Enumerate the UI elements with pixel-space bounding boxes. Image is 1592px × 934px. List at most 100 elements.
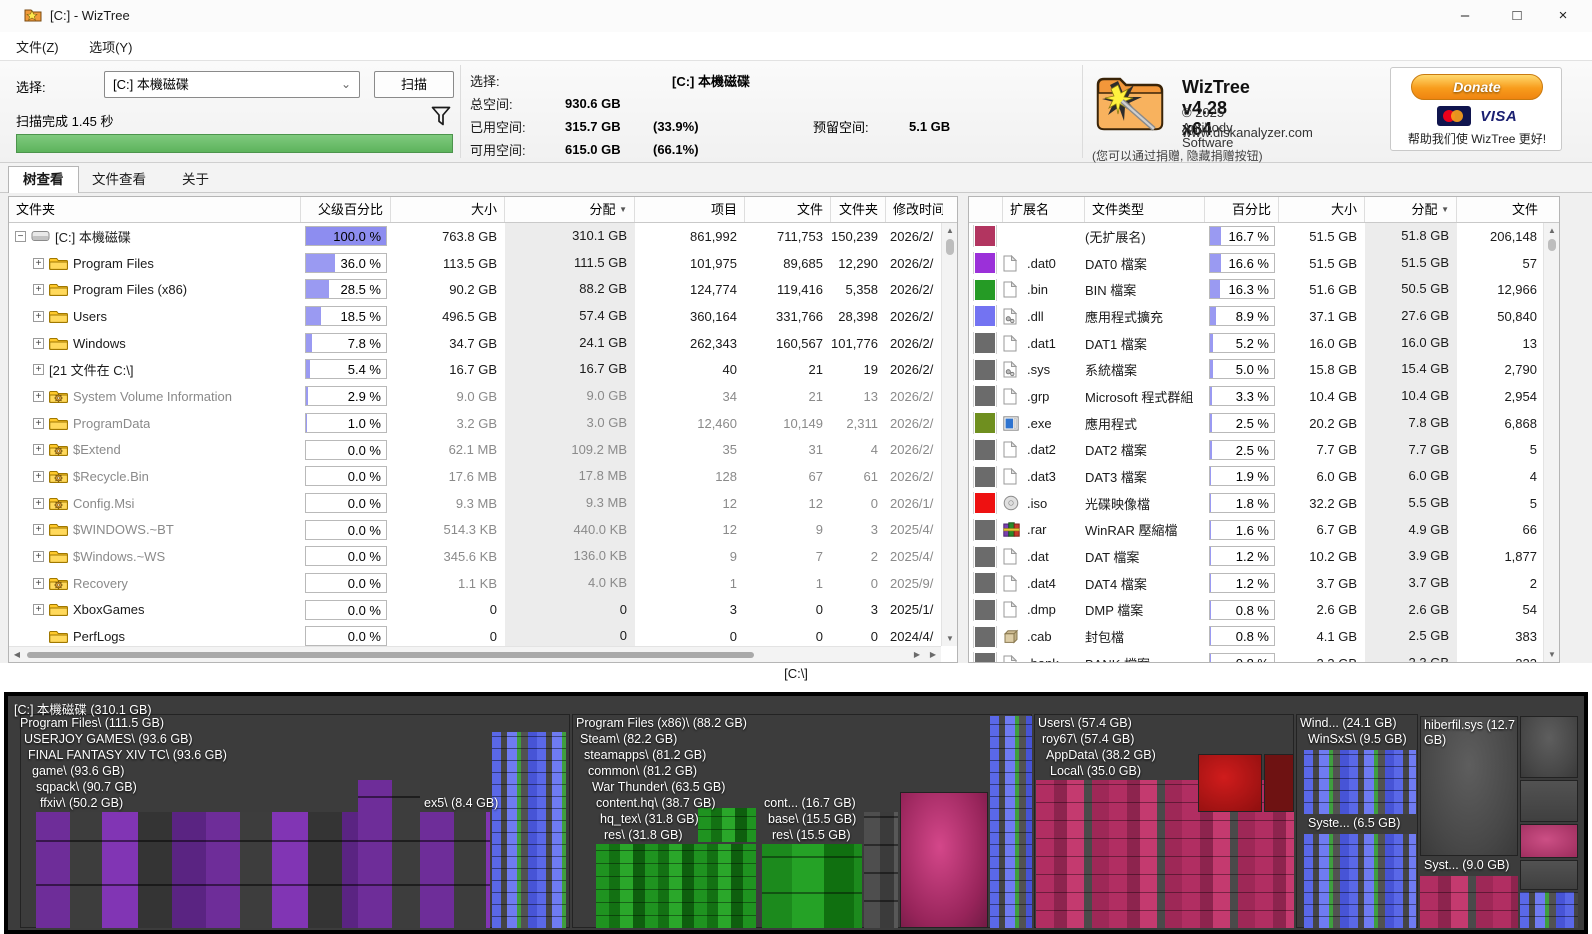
table-row[interactable]: +Windows7.8 %34.7 GB24.1 GB262,343160,56… bbox=[9, 330, 941, 357]
maximize-button[interactable]: □ bbox=[1494, 0, 1540, 32]
expand-toggle[interactable]: + bbox=[33, 498, 44, 509]
treemap-label-res1[interactable]: res\ (31.8 GB) bbox=[604, 828, 683, 842]
table-row[interactable]: −[C:] 本機磁碟100.0 %763.8 GB310.1 GB861,992… bbox=[9, 223, 941, 250]
folder-tree-vscrollbar[interactable]: ▲ ▼ bbox=[941, 223, 957, 646]
header-percent[interactable]: 百分比 bbox=[1205, 197, 1279, 222]
close-button[interactable]: × bbox=[1540, 0, 1586, 32]
treemap-label-users[interactable]: Users\ (57.4 GB) bbox=[1038, 716, 1132, 730]
treemap-label-userjoy[interactable]: USERJOY GAMES\ (93.6 GB) bbox=[24, 732, 193, 746]
table-row[interactable]: .grpMicrosoft 程式群組3.3 %10.4 GB10.4 GB2,9… bbox=[969, 383, 1543, 410]
collapse-toggle[interactable]: − bbox=[15, 231, 26, 242]
table-row[interactable]: PerfLogs0.0 %000002024/4/ bbox=[9, 623, 941, 646]
header-files[interactable]: 文件 bbox=[1457, 197, 1545, 222]
expand-toggle[interactable]: + bbox=[33, 604, 44, 615]
treemap-block-magenta[interactable] bbox=[900, 792, 988, 928]
table-row[interactable]: +$Extend0.0 %62.1 MB109.2 MB353142026/2/ bbox=[9, 437, 941, 464]
expand-toggle[interactable]: + bbox=[33, 311, 44, 322]
expand-toggle[interactable]: + bbox=[33, 578, 44, 589]
treemap-label-winsxs[interactable]: WinSxS\ (9.5 GB) bbox=[1308, 732, 1407, 746]
header-size[interactable]: 大小 bbox=[1279, 197, 1365, 222]
treemap-block-system32[interactable] bbox=[1304, 834, 1416, 928]
treemap-block-x86-misc[interactable] bbox=[990, 716, 1032, 928]
expand-toggle[interactable]: + bbox=[33, 391, 44, 402]
header-size[interactable]: 大小 bbox=[391, 197, 505, 222]
treemap-label-base[interactable]: base\ (15.5 GB) bbox=[768, 812, 856, 826]
treemap-block-program-files-misc[interactable] bbox=[492, 732, 566, 928]
treemap-label-program-files[interactable]: Program Files\ (111.5 GB) bbox=[20, 716, 164, 730]
scroll-right-icon[interactable]: ▶ bbox=[909, 647, 925, 663]
scroll-right-icon[interactable]: ▶ bbox=[925, 647, 941, 663]
treemap-label-syste[interactable]: Syste... (6.5 GB) bbox=[1308, 816, 1400, 830]
tab-about[interactable]: 关于 bbox=[168, 167, 223, 193]
table-row[interactable]: .bankBANK 檔案0.8 %2.3 GB2.3 GB223 bbox=[969, 650, 1543, 662]
scrollbar-thumb[interactable] bbox=[27, 652, 754, 658]
expand-toggle[interactable]: + bbox=[33, 284, 44, 295]
scrollbar-thumb[interactable] bbox=[946, 239, 954, 255]
scroll-up-icon[interactable]: ▲ bbox=[1544, 223, 1560, 238]
treemap-block-pink[interactable] bbox=[1520, 824, 1578, 858]
treemap-label-hqtex[interactable]: hq_tex\ (31.8 GB) bbox=[600, 812, 699, 826]
treemap-label-pfx86[interactable]: Program Files (x86)\ (88.2 GB) bbox=[576, 716, 747, 730]
menu-options[interactable]: 选项(Y) bbox=[79, 32, 142, 61]
treemap-label-local[interactable]: Local\ (35.0 GB) bbox=[1050, 764, 1141, 778]
treemap[interactable]: [C:] 本機磁碟 (310.1 GB) Program Files\ (111… bbox=[4, 692, 1588, 934]
treemap-block-hqtex-small[interactable] bbox=[698, 808, 756, 842]
extension-vscrollbar[interactable]: ▲ ▼ bbox=[1543, 223, 1559, 662]
table-row[interactable]: .dll應用程式擴充8.9 %37.1 GB27.6 GB50,840 bbox=[969, 303, 1543, 330]
treemap-label-game[interactable]: game\ (93.6 GB) bbox=[32, 764, 124, 778]
treemap-block-gray-b[interactable] bbox=[1520, 780, 1578, 822]
treemap-label-hiberfil[interactable]: hiberfil.sys (12.7 GB) bbox=[1424, 718, 1516, 748]
table-row[interactable]: +Recovery0.0 %1.1 KB4.0 KB1102025/9/ bbox=[9, 570, 941, 597]
header-filetype[interactable]: 文件类型 bbox=[1085, 197, 1205, 222]
expand-toggle[interactable]: + bbox=[33, 551, 44, 562]
scroll-down-icon[interactable]: ▼ bbox=[1544, 647, 1560, 662]
header-allocated[interactable]: 分配 ▼ bbox=[505, 197, 635, 222]
treemap-label-syst[interactable]: Syst... (9.0 GB) bbox=[1424, 858, 1509, 872]
treemap-label-ffxivtc[interactable]: FINAL FANTASY XIV TC\ (93.6 GB) bbox=[28, 748, 227, 762]
table-row[interactable]: .dat4DAT4 檔案1.2 %3.7 GB3.7 GB2 bbox=[969, 570, 1543, 597]
filter-icon[interactable] bbox=[430, 105, 452, 133]
table-row[interactable]: +ProgramData1.0 %3.2 GB3.0 GB12,46010,14… bbox=[9, 410, 941, 437]
table-row[interactable]: +Users18.5 %496.5 GB57.4 GB360,164331,76… bbox=[9, 303, 941, 330]
folder-tree-hscrollbar[interactable]: ◀ ▶ ▶ bbox=[9, 646, 941, 662]
treemap-block-ex5[interactable] bbox=[420, 812, 490, 928]
header-extension[interactable]: 扩展名 bbox=[1003, 197, 1085, 222]
table-row[interactable]: +[21 文件在 C:\]5.4 %16.7 GB16.7 GB40211920… bbox=[9, 356, 941, 383]
treemap-label-common[interactable]: common\ (81.2 GB) bbox=[588, 764, 697, 778]
treemap-label-contenthq[interactable]: content.hq\ (38.7 GB) bbox=[596, 796, 716, 810]
treemap-label-roy67[interactable]: roy67\ (57.4 GB) bbox=[1042, 732, 1134, 746]
table-row[interactable]: .binBIN 檔案16.3 %51.6 GB50.5 GB12,966 bbox=[969, 276, 1543, 303]
table-row[interactable]: .dat0DAT0 檔案16.6 %51.5 GB51.5 GB57 bbox=[969, 250, 1543, 277]
treemap-label-steamapps[interactable]: steamapps\ (81.2 GB) bbox=[584, 748, 706, 762]
tab-tree-view[interactable]: 树查看 bbox=[8, 166, 79, 194]
treemap-block-bottom-right[interactable] bbox=[1520, 892, 1578, 928]
expand-toggle[interactable]: + bbox=[33, 364, 44, 375]
drive-dropdown[interactable]: [C:] 本機磁碟 ⌄ bbox=[104, 71, 360, 98]
menu-file[interactable]: 文件(Z) bbox=[6, 32, 69, 61]
table-row[interactable]: (无扩展名)16.7 %51.5 GB51.8 GB206,148 bbox=[969, 223, 1543, 250]
treemap-block-ffxiv[interactable] bbox=[36, 812, 358, 928]
table-row[interactable]: +$Windows.~WS0.0 %345.6 KB136.0 KB972202… bbox=[9, 543, 941, 570]
treemap-label-res2[interactable]: res\ (15.5 GB) bbox=[772, 828, 851, 842]
table-row[interactable]: .rarWinRAR 壓縮檔1.6 %6.7 GB4.9 GB66 bbox=[969, 517, 1543, 544]
expand-toggle[interactable]: + bbox=[33, 418, 44, 429]
website-link[interactable]: www.diskanalyzer.com bbox=[1182, 125, 1313, 140]
table-row[interactable]: +$Recycle.Bin0.0 %17.6 MB17.8 MB12867612… bbox=[9, 463, 941, 490]
minimize-button[interactable]: – bbox=[1442, 0, 1488, 32]
header-items[interactable]: 项目 bbox=[635, 197, 745, 222]
treemap-block-syst[interactable] bbox=[1420, 876, 1518, 928]
treemap-block-gray-strip[interactable] bbox=[864, 812, 898, 928]
table-row[interactable]: .datDAT 檔案1.2 %10.2 GB3.9 GB1,877 bbox=[969, 543, 1543, 570]
table-row[interactable]: +XboxGames0.0 %003032025/1/ bbox=[9, 597, 941, 624]
table-row[interactable]: .dat2DAT2 檔案2.5 %7.7 GB7.7 GB5 bbox=[969, 437, 1543, 464]
expand-toggle[interactable]: + bbox=[33, 338, 44, 349]
table-row[interactable]: +$WINDOWS.~BT0.0 %514.3 KB440.0 KB129320… bbox=[9, 517, 941, 544]
expand-toggle[interactable]: + bbox=[33, 471, 44, 482]
expand-toggle[interactable]: + bbox=[33, 444, 44, 455]
header-allocated[interactable]: 分配 ▼ bbox=[1365, 197, 1457, 222]
header-parent-percent[interactable]: 父级百分比 bbox=[301, 197, 391, 222]
header-mtime[interactable]: 修改时间 bbox=[886, 197, 943, 222]
table-row[interactable]: .dat1DAT1 檔案5.2 %16.0 GB16.0 GB13 bbox=[969, 330, 1543, 357]
treemap-label-appdata[interactable]: AppData\ (38.2 GB) bbox=[1046, 748, 1156, 762]
treemap-block-sqpack[interactable] bbox=[358, 780, 420, 928]
